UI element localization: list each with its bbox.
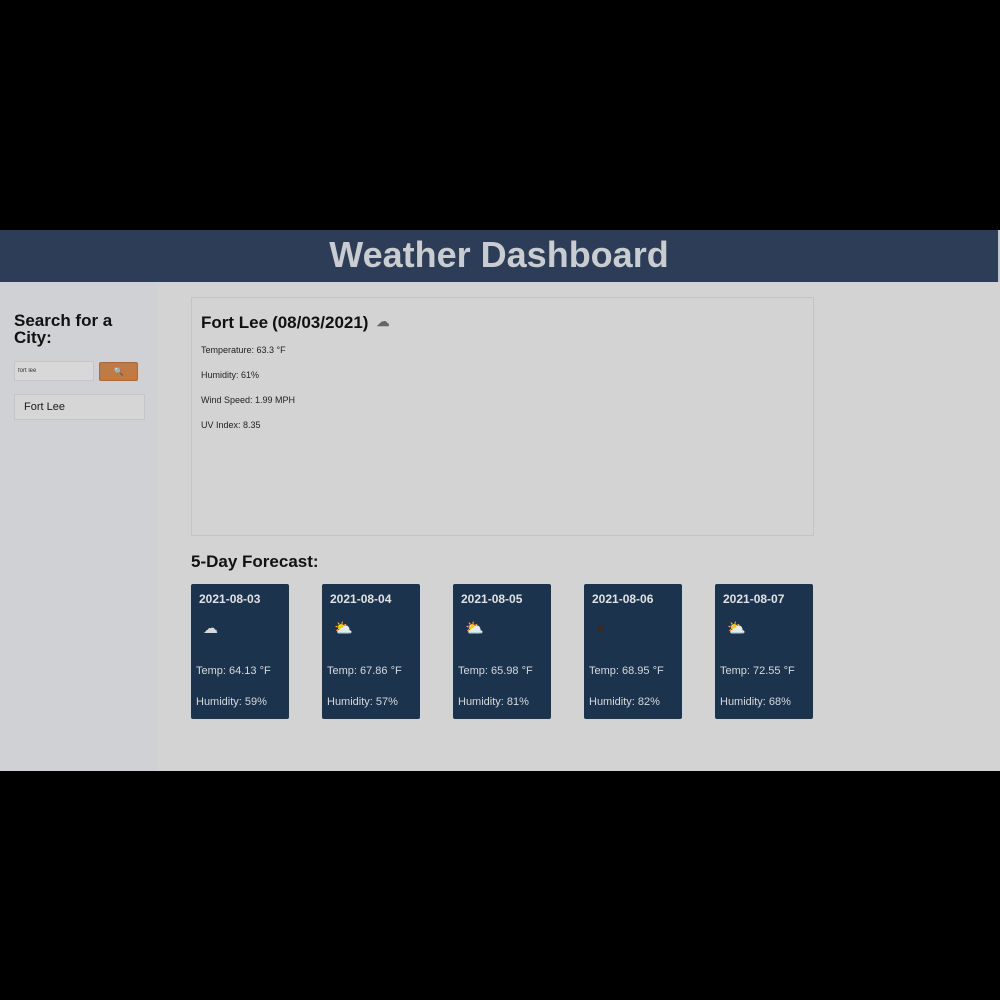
partly-cloudy-icon: ⛅ — [465, 620, 484, 637]
current-date: (08/03/2021) — [272, 313, 369, 332]
search-history: Fort Lee — [14, 394, 145, 420]
history-item-fort-lee[interactable]: Fort Lee — [14, 394, 145, 420]
forecast-temp: Temp: 64.13 °F — [196, 665, 271, 677]
app-header: Weather Dashboard — [0, 230, 1000, 282]
forecast-date: 2021-08-05 — [461, 592, 523, 606]
forecast-card: 2021-08-04 ⛅ Temp: 67.86 °F Humidity: 57… — [322, 584, 420, 719]
partly-cloudy-icon: ⛅ — [727, 620, 746, 637]
forecast-title: 5-Day Forecast: — [191, 552, 319, 571]
forecast-humidity: Humidity: 81% — [458, 696, 529, 708]
cloud-icon: ☁ — [376, 314, 390, 329]
current-weather-title: Fort Lee (08/03/2021) ☁ — [201, 312, 389, 333]
cloud-icon: ☁ — [203, 620, 218, 637]
partly-cloudy-icon: ⛅ — [334, 620, 353, 637]
forecast-humidity: Humidity: 82% — [589, 696, 660, 708]
search-button[interactable]: 🔍 — [99, 362, 138, 381]
search-input[interactable] — [14, 361, 94, 381]
search-heading: Search for a City: — [14, 311, 113, 347]
forecast-humidity: Humidity: 57% — [327, 696, 398, 708]
current-uv-index: UV Index: 8.35 — [201, 420, 261, 430]
page-title: Weather Dashboard — [329, 234, 669, 275]
forecast-date: 2021-08-04 — [330, 592, 392, 606]
forecast-humidity: Humidity: 68% — [720, 696, 791, 708]
forecast-card: 2021-08-06 ● Temp: 68.95 °F Humidity: 82… — [584, 584, 682, 719]
forecast-card: 2021-08-05 ⛅ Temp: 65.98 °F Humidity: 81… — [453, 584, 551, 719]
forecast-card: 2021-08-07 ⛅ Temp: 72.55 °F Humidity: 68… — [715, 584, 813, 719]
forecast-date: 2021-08-07 — [723, 592, 785, 606]
sidebar: Search for a City: 🔍 Fort Lee — [0, 282, 157, 771]
forecast-date: 2021-08-06 — [592, 592, 654, 606]
forecast-temp: Temp: 68.95 °F — [589, 665, 664, 677]
rain-icon: ● — [596, 620, 606, 637]
forecast-temp: Temp: 65.98 °F — [458, 665, 533, 677]
search-icon: 🔍 — [113, 367, 124, 376]
forecast-card: 2021-08-03 ☁ Temp: 64.13 °F Humidity: 59… — [191, 584, 289, 719]
current-temperature: Temperature: 63.3 °F — [201, 345, 286, 355]
forecast-temp: Temp: 72.55 °F — [720, 665, 795, 677]
forecast-date: 2021-08-03 — [199, 592, 261, 606]
forecast-temp: Temp: 67.86 °F — [327, 665, 402, 677]
current-weather-card: Fort Lee (08/03/2021) ☁ Temperature: 63.3 … — [191, 297, 814, 536]
forecast-humidity: Humidity: 59% — [196, 696, 267, 708]
app-window: Weather Dashboard Search for a City: 🔍 F… — [0, 230, 1000, 771]
current-wind-speed: Wind Speed: 1.99 MPH — [201, 395, 296, 405]
current-humidity: Humidity: 61% — [201, 370, 260, 380]
current-city: Fort Lee — [201, 313, 269, 332]
